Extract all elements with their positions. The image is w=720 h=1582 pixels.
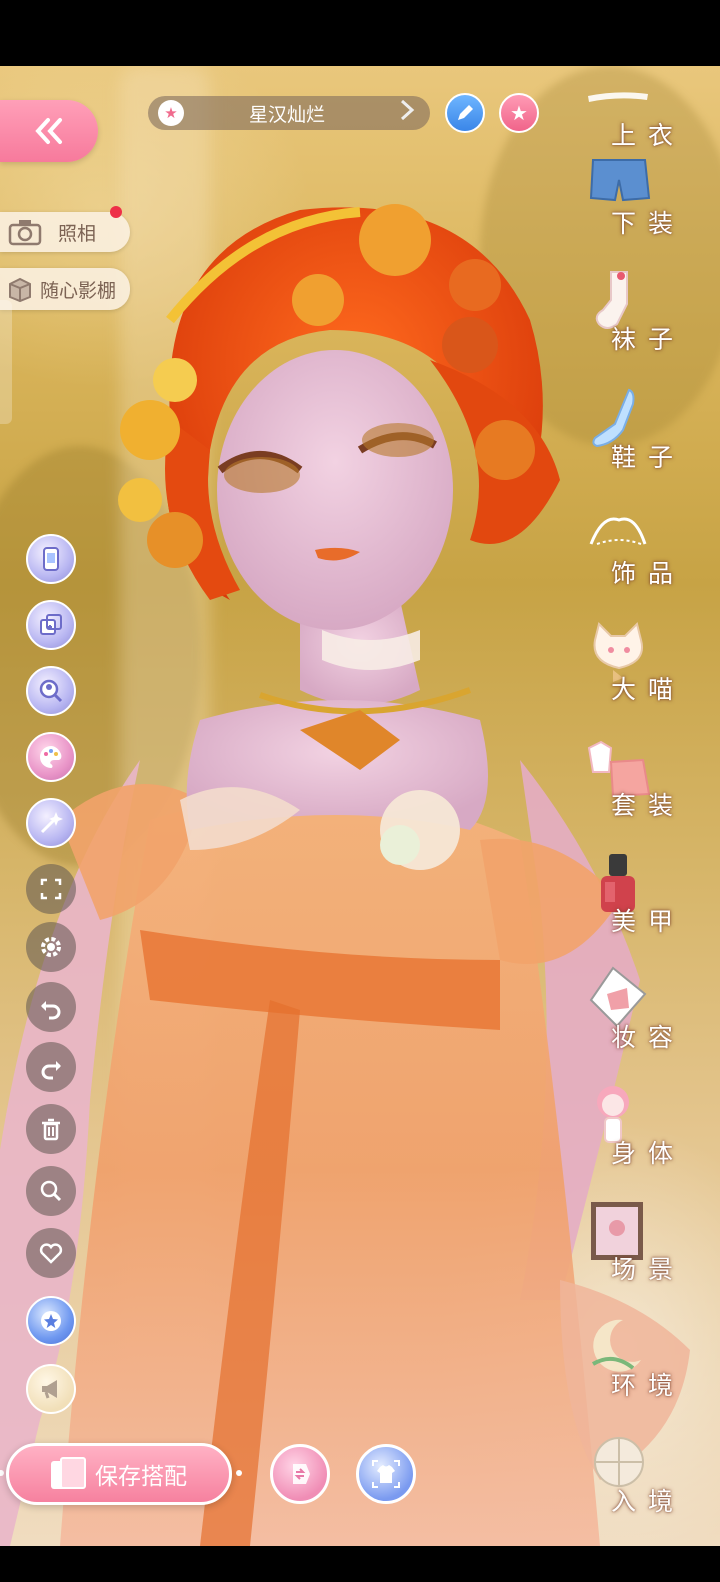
category-label: 场景 — [610, 1255, 685, 1284]
announcement-button[interactable] — [26, 1364, 76, 1414]
category-label: 套装 — [610, 791, 685, 820]
switch-outfit-button[interactable] — [270, 1444, 330, 1504]
like-button[interactable] — [26, 1228, 76, 1278]
photo-button[interactable]: 照相 — [0, 206, 130, 252]
gear-icon — [41, 937, 61, 957]
notification-dot — [110, 206, 122, 218]
phone-screen-icon — [43, 547, 59, 571]
search-person-icon — [39, 679, 63, 703]
megaphone-icon — [42, 1380, 57, 1399]
pencil-icon — [458, 105, 473, 120]
palette-button[interactable] — [26, 732, 76, 782]
featured-button[interactable] — [26, 1296, 76, 1346]
shirt-scan-icon — [372, 1460, 400, 1488]
magic-button[interactable] — [26, 798, 76, 848]
double-chevron-left-icon — [35, 118, 62, 144]
category-label: 上衣 — [610, 121, 685, 150]
photo-label: 照相 — [58, 222, 97, 245]
camera-icon — [8, 220, 42, 246]
category-socks[interactable]: 袜子 — [575, 266, 715, 366]
category-body[interactable]: 身体 — [575, 1080, 715, 1180]
category-label: 入境 — [610, 1487, 685, 1516]
category-cat[interactable]: 大喵 — [575, 616, 715, 716]
category-makeup[interactable]: 妆容 — [575, 964, 715, 1064]
category-label: 袜子 — [610, 325, 685, 354]
screen-mode-button[interactable] — [26, 534, 76, 584]
star-badge-icon: ★ — [158, 100, 184, 126]
category-shoes[interactable]: 鞋子 — [575, 384, 715, 484]
trash-icon — [42, 1118, 60, 1141]
magnifier-icon — [40, 1180, 62, 1202]
box-icon — [9, 277, 31, 303]
undo-button[interactable] — [26, 982, 76, 1032]
chevron-right-icon — [398, 99, 420, 127]
category-label: 环境 — [610, 1371, 685, 1400]
compare-button[interactable] — [26, 600, 76, 650]
category-label: 身体 — [610, 1139, 685, 1168]
outfit-name: 星汉灿烂 — [248, 103, 325, 126]
category-accessories[interactable]: 饰品 — [575, 500, 715, 600]
compare-icon — [40, 614, 62, 635]
zoom-button[interactable] — [26, 1166, 76, 1216]
studio-button[interactable]: 随心影棚 — [0, 268, 130, 310]
redo-button[interactable] — [26, 1042, 76, 1092]
star-icon: ★ — [510, 101, 528, 125]
category-label: 大喵 — [610, 675, 685, 704]
save-outfit-label: 保存搭配 — [95, 1464, 187, 1490]
category-label: 鞋子 — [610, 443, 685, 472]
category-label: 美甲 — [610, 907, 685, 936]
side-drawer-handle[interactable] — [0, 300, 12, 424]
category-environment[interactable]: 环境 — [575, 1312, 715, 1412]
back-button[interactable] — [0, 100, 98, 162]
settings-button[interactable] — [26, 922, 76, 972]
favorite-button[interactable]: ★ — [499, 93, 539, 133]
rename-button[interactable] — [445, 93, 485, 133]
category-label: 饰品 — [610, 559, 685, 588]
redo-icon — [41, 1061, 61, 1080]
decoration-dot — [236, 1470, 242, 1476]
palette-icon — [40, 746, 62, 768]
fullscreen-icon — [40, 878, 62, 900]
save-outfit-button[interactable]: 保存搭配 — [6, 1443, 232, 1505]
search-person-button[interactable] — [26, 666, 76, 716]
system-navigation-bar — [0, 1546, 720, 1582]
swap-icon — [293, 1464, 310, 1484]
category-outfit-set[interactable]: 套装 — [575, 732, 715, 832]
star-badge-icon — [41, 1311, 61, 1331]
status-bar — [0, 0, 720, 66]
category-entry[interactable]: 入境 — [575, 1428, 715, 1528]
outfit-name-selector[interactable]: ★ 星汉灿烂 — [148, 96, 430, 130]
heart-icon — [39, 1243, 63, 1264]
category-bottom[interactable]: 下装 — [575, 150, 715, 250]
fullscreen-button[interactable] — [26, 864, 76, 914]
category-scene[interactable]: 场景 — [575, 1196, 715, 1296]
save-outfit-icon — [51, 1457, 86, 1491]
category-label: 下装 — [610, 209, 685, 238]
category-top[interactable]: 上衣 — [575, 62, 715, 162]
wardrobe-button[interactable] — [356, 1444, 416, 1504]
studio-label: 随心影棚 — [40, 279, 117, 302]
category-label: 妆容 — [610, 1023, 685, 1052]
magic-wand-icon — [40, 812, 63, 834]
undo-icon — [41, 1001, 61, 1020]
delete-button[interactable] — [26, 1104, 76, 1154]
category-nails[interactable]: 美甲 — [575, 848, 715, 948]
